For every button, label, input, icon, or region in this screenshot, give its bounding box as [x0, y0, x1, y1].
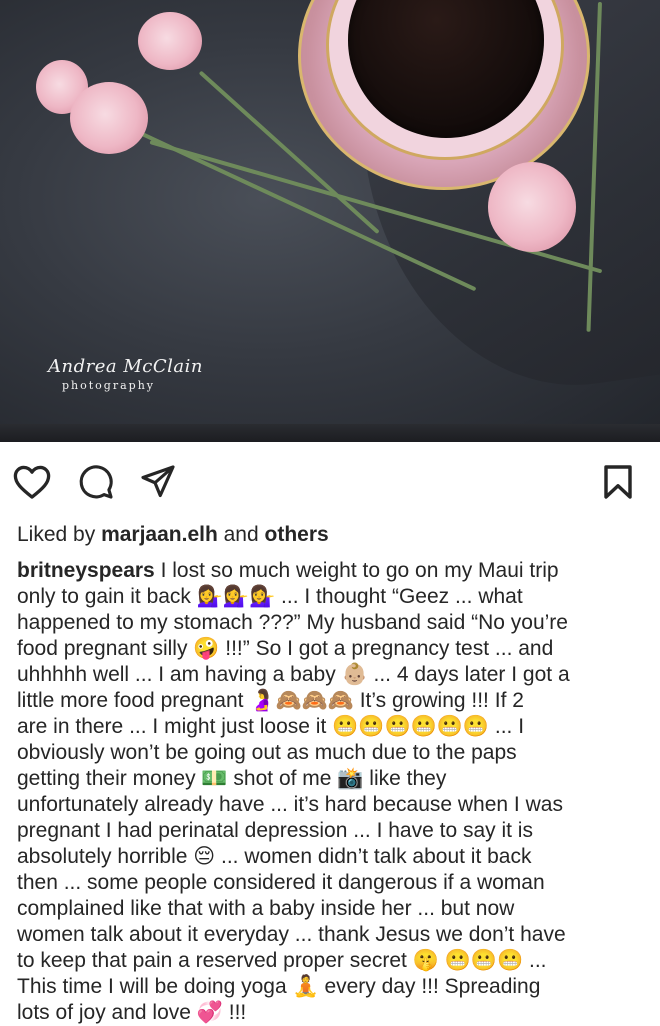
like-button[interactable] — [12, 462, 52, 502]
comment-button[interactable] — [76, 462, 116, 502]
likes-prefix: Liked by — [17, 523, 102, 546]
save-button[interactable] — [598, 462, 638, 502]
post-action-bar — [0, 442, 660, 522]
watermark-name: Andrea McClain — [48, 356, 203, 377]
caption-text: I lost so much weight to go on my Maui t… — [17, 559, 570, 1024]
carnation-flower — [70, 82, 148, 154]
watermark-subtitle: photography — [62, 379, 155, 392]
send-icon — [141, 465, 175, 498]
caption-username[interactable]: britneyspears — [17, 559, 155, 582]
heart-icon — [13, 465, 51, 499]
carnation-flower — [138, 12, 202, 70]
photo-edge — [0, 424, 660, 442]
post-caption: britneyspears I lost so much weight to g… — [17, 558, 647, 1026]
liker-username[interactable]: marjaan.elh — [101, 523, 218, 546]
carnation-flower — [488, 162, 576, 252]
comment-icon — [79, 465, 113, 499]
likes-middle: and — [217, 523, 265, 546]
bookmark-icon — [604, 465, 632, 499]
likes-others-link[interactable]: others — [265, 523, 329, 546]
photo-watermark: Andrea McClain photography — [48, 356, 203, 392]
share-button[interactable] — [138, 462, 178, 502]
post-photo[interactable]: Andrea McClain photography — [0, 0, 660, 442]
likes-summary: Liked by marjaan.elh and others — [17, 522, 329, 548]
